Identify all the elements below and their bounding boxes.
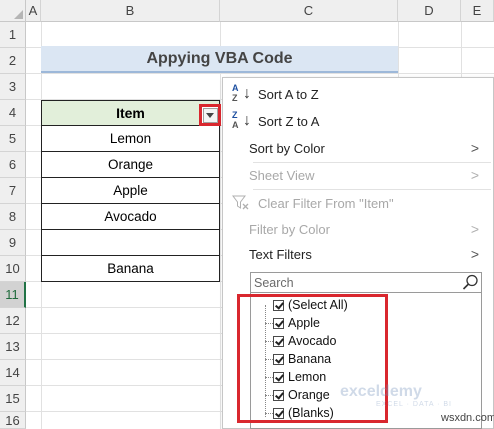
row-header-11[interactable]: 11 bbox=[0, 282, 26, 308]
watermark-logo: exceldemy bbox=[340, 383, 422, 400]
site-watermark: wsxdn.com bbox=[441, 412, 494, 424]
table-cell[interactable]: Apple bbox=[41, 178, 220, 204]
row-header-9[interactable]: 9 bbox=[0, 230, 26, 256]
row-header-3[interactable]: 3 bbox=[0, 74, 26, 100]
watermark-subtitle: EXCEL · DATA · BI bbox=[376, 401, 452, 408]
table-cell[interactable]: Banana bbox=[41, 256, 220, 282]
sheet-title[interactable]: Appying VBA Code bbox=[41, 46, 398, 73]
row-header-5[interactable]: 5 bbox=[0, 126, 26, 152]
menu-item-sort-a-to-z[interactable]: A Z ↓ Sort A to Z bbox=[223, 81, 493, 107]
row-header-6[interactable]: 6 bbox=[0, 152, 26, 178]
menu-label: Sort by Color bbox=[249, 140, 325, 156]
filter-dropdown-button[interactable] bbox=[199, 104, 221, 126]
clear-filter-icon bbox=[232, 195, 249, 210]
search-icon[interactable] bbox=[462, 274, 479, 291]
row-header-16[interactable]: 16 bbox=[0, 412, 26, 429]
row-header-14[interactable]: 14 bbox=[0, 360, 26, 386]
row-header-8[interactable]: 8 bbox=[0, 204, 26, 230]
chevron-right-icon: > bbox=[470, 167, 479, 183]
row-header-13[interactable]: 13 bbox=[0, 334, 26, 360]
row-header-2[interactable]: 2 bbox=[0, 48, 26, 74]
menu-label: Text Filters bbox=[249, 246, 312, 262]
search-input[interactable]: Search bbox=[250, 272, 482, 293]
row-header-12[interactable]: 12 bbox=[0, 308, 26, 334]
menu-label: Sheet View bbox=[249, 167, 315, 183]
menu-item-sort-by-color[interactable]: Sort by Color > bbox=[223, 135, 493, 161]
menu-label: Clear Filter From "Item" bbox=[258, 195, 394, 211]
menu-label: Sort Z to A bbox=[258, 113, 320, 129]
select-all-corner[interactable] bbox=[0, 0, 26, 22]
table-cell[interactable]: Orange bbox=[41, 152, 220, 178]
column-header-c[interactable]: C bbox=[220, 0, 398, 22]
column-header-a[interactable]: A bbox=[26, 0, 41, 22]
table-cell[interactable] bbox=[41, 230, 220, 256]
sort-descending-icon: Z A ↓ bbox=[232, 110, 251, 130]
gridline bbox=[220, 22, 221, 429]
chevron-right-icon: > bbox=[470, 221, 479, 237]
highlight-box bbox=[237, 294, 388, 423]
menu-label: Filter by Color bbox=[249, 221, 330, 237]
table-cell[interactable]: Avocado bbox=[41, 204, 220, 230]
menu-item-sheet-view[interactable]: Sheet View > bbox=[223, 162, 493, 188]
column-header-d[interactable]: D bbox=[398, 0, 461, 22]
menu-item-text-filters[interactable]: Text Filters > bbox=[223, 241, 493, 267]
row-header-4[interactable]: 4 bbox=[0, 100, 26, 126]
menu-item-sort-z-to-a[interactable]: Z A ↓ Sort Z to A bbox=[223, 108, 493, 134]
row-header-1[interactable]: 1 bbox=[0, 22, 26, 48]
chevron-right-icon: > bbox=[470, 140, 479, 156]
column-header-b[interactable]: B bbox=[41, 0, 220, 22]
menu-label: Sort A to Z bbox=[258, 86, 319, 102]
table-cell[interactable]: Lemon bbox=[41, 126, 220, 152]
menu-item-filter-by-color[interactable]: Filter by Color > bbox=[223, 216, 493, 242]
menu-item-clear-filter[interactable]: Clear Filter From "Item" bbox=[223, 190, 493, 216]
row-header-15[interactable]: 15 bbox=[0, 386, 26, 412]
column-header-e[interactable]: E bbox=[461, 0, 494, 22]
chevron-down-icon bbox=[206, 112, 214, 118]
row-header-7[interactable]: 7 bbox=[0, 178, 26, 204]
row-header-10[interactable]: 10 bbox=[0, 256, 26, 282]
table-header-item[interactable]: Item bbox=[41, 100, 220, 126]
gridline bbox=[26, 73, 494, 74]
sort-ascending-icon: A Z ↓ bbox=[232, 83, 251, 103]
chevron-right-icon: > bbox=[470, 246, 479, 262]
